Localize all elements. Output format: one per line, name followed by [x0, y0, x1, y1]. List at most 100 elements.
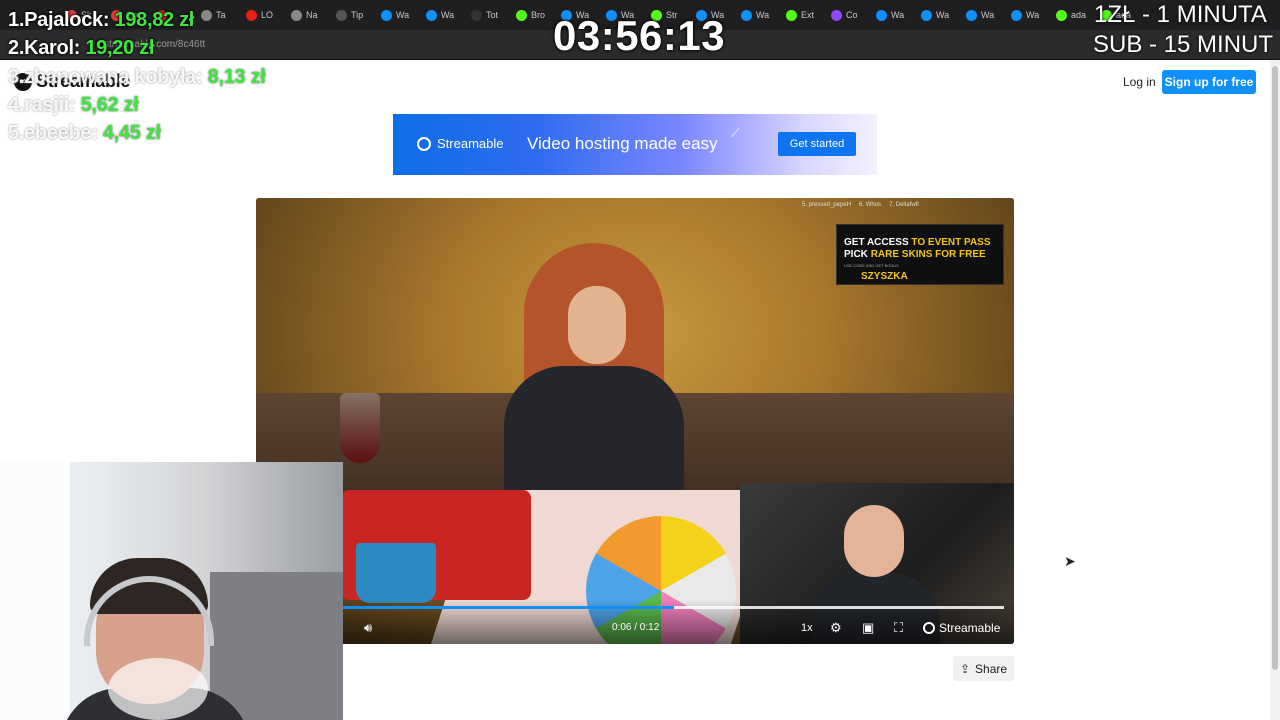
video-player[interactable]: 5. pressed_pepeH 6. Whos 7. Deltafwfl GET … — [256, 198, 1014, 644]
settings-gear-icon[interactable]: ⚙ — [830, 620, 842, 636]
streamable-icon — [1011, 9, 1022, 21]
browser-tab[interactable]: Ext — [780, 0, 825, 30]
browser-tab[interactable]: Tip — [330, 0, 375, 30]
browser-tab-label: Bro — [531, 10, 546, 20]
webcam-window-light — [0, 462, 70, 720]
playback-speed-button[interactable]: 1x — [801, 622, 813, 634]
share-icon: ⇪ — [959, 661, 971, 676]
get-started-button[interactable]: Get started — [778, 132, 856, 156]
webcam-couch — [210, 572, 343, 720]
browser-tab-label: ada — [1071, 10, 1087, 20]
ad-small-text: USE CODE AND GET BONUS — [844, 263, 899, 268]
browser-tab-label: Wa — [396, 10, 410, 20]
player-brand[interactable]: Streamable — [923, 621, 1000, 635]
video-time: 0:06 / 0:12 — [612, 622, 660, 633]
profile-icon — [201, 9, 212, 21]
video-progress-bar[interactable] — [343, 606, 1004, 609]
browser-tab[interactable]: Wa — [915, 0, 960, 30]
video-ticker: 5. pressed_pepeH 6. Whos 7. Deltafwfl — [802, 202, 919, 208]
promo-rate-line2: SUB - 15 MINUT — [1093, 31, 1274, 58]
ticker-entry: 6. Whos — [859, 202, 882, 208]
leaderboard-entry: 2.Karol: 19,20 zł — [8, 37, 155, 59]
video-person-body — [504, 366, 684, 506]
profile-icon — [291, 9, 302, 21]
scrollbar-thumb[interactable] — [1272, 66, 1278, 670]
browser-tab-label: Tot — [486, 10, 499, 20]
browser-tab[interactable]: Wa — [735, 0, 780, 30]
mouse-cursor-icon: ➤ — [1064, 553, 1076, 569]
leaderboard-entry: 3.zbanowana kobyła: 8,13 zł — [8, 66, 266, 88]
browser-tab-label: Na — [306, 10, 318, 20]
promo-rate-line1: 1ZŁ - 1 MINUTA — [1094, 1, 1267, 28]
streamable-icon — [381, 9, 392, 21]
x-icon — [471, 9, 482, 21]
browser-tab[interactable]: LO — [240, 0, 285, 30]
video-ad-overlay: GET ACCESS TO EVENT PASS PICK RARE SKINS… — [836, 224, 1004, 285]
streamer-webcam — [0, 462, 343, 720]
browser-tab-label: LO — [261, 10, 274, 20]
ticker-entry: 7. Deltafwfl — [889, 202, 919, 208]
promo-banner[interactable]: Streamable Video hosting made easy ⟋ Get… — [393, 114, 877, 175]
video-progress-fill — [343, 606, 674, 609]
banner-logo: Streamable — [417, 136, 503, 151]
ad-line2-yellow: RARE SKINS FOR FREE — [870, 249, 986, 260]
login-link[interactable]: Log in — [1123, 75, 1156, 89]
ticker-entry: 5. pressed_pepeH — [802, 202, 852, 208]
picture-in-picture-icon[interactable]: ▣ — [862, 620, 874, 636]
ad-line2-white: PICK — [844, 249, 868, 260]
leaderboard-entry: 5.ebeebe: 4,45 zł — [8, 122, 161, 144]
leaderboard-entry: 1.Pajalock: 198,82 zł — [8, 9, 195, 31]
screen: Sk Co Ta LO Na Tip Wa Wa Tot Bro Wa Wa Str Wa Wa Ext Co W… — [0, 0, 1280, 720]
browser-tab[interactable]: Wa — [375, 0, 420, 30]
kick-icon — [786, 9, 797, 21]
ad-code: SZYSZKA — [861, 271, 908, 282]
browser-tab-label: Wa — [1026, 10, 1040, 20]
browser-tab[interactable]: Co — [825, 0, 870, 30]
browser-tab-label: Wa — [891, 10, 905, 20]
streamable-icon — [923, 622, 935, 634]
share-label: Share — [975, 661, 1008, 676]
browser-tab[interactable]: Wa — [960, 0, 1005, 30]
browser-tab-label: Ta — [216, 10, 226, 20]
twitch-icon — [831, 9, 842, 21]
browser-tab-label: Wa — [936, 10, 950, 20]
share-button[interactable]: ⇪ Share — [953, 656, 1014, 681]
browser-tab[interactable]: Wa — [870, 0, 915, 30]
player-brand-label: Streamable — [939, 621, 1001, 635]
webcam-vape-cloud — [108, 658, 208, 720]
leaderboard-entry: 4.rasjii: 5,62 zł — [8, 94, 139, 116]
youtube-icon — [246, 9, 257, 21]
volume-icon[interactable]: 🔊︎ — [364, 620, 372, 636]
browser-tab-label: Co — [846, 10, 858, 20]
browser-tab[interactable]: Na — [285, 0, 330, 30]
sparkle-icon: ⟋ — [731, 126, 740, 140]
browser-tab[interactable]: ada — [1050, 0, 1095, 30]
banner-tagline: Video hosting made easy — [527, 134, 718, 153]
ad-line1-white: GET ACCESS — [844, 237, 909, 248]
browser-tab[interactable]: Tot — [465, 0, 510, 30]
inset-person-head — [844, 505, 904, 577]
kick-icon — [1056, 9, 1067, 21]
browser-tab[interactable]: Bro — [510, 0, 555, 30]
streamable-icon — [876, 9, 887, 21]
streamable-icon — [741, 9, 752, 21]
browser-tab-label: Wa — [441, 10, 455, 20]
video-controls: 🔊︎ 0:06 / 0:12 1x ⚙ ▣ ⛶ Streamable — [256, 600, 1014, 644]
signup-button[interactable]: Sign up for free — [1162, 70, 1256, 94]
video-person-face — [568, 286, 626, 364]
streamable-icon — [417, 136, 431, 151]
page-scrollbar[interactable] — [1270, 60, 1280, 720]
kick-icon — [516, 9, 527, 21]
tip-icon — [336, 9, 347, 21]
browser-tab[interactable]: Ta — [195, 0, 240, 30]
fullscreen-icon[interactable]: ⛶ — [894, 620, 903, 636]
blue-cup — [356, 543, 436, 603]
ad-line1-yellow: TO EVENT PASS — [911, 237, 991, 248]
banner-brand: Streamable — [437, 136, 504, 151]
browser-tab-label: Ext — [801, 10, 815, 20]
browser-tab-label: Wa — [756, 10, 770, 20]
streamable-icon — [426, 9, 437, 21]
browser-tab-label: Wa — [981, 10, 995, 20]
browser-tab[interactable]: Wa — [1005, 0, 1050, 30]
browser-tab[interactable]: Wa — [420, 0, 465, 30]
